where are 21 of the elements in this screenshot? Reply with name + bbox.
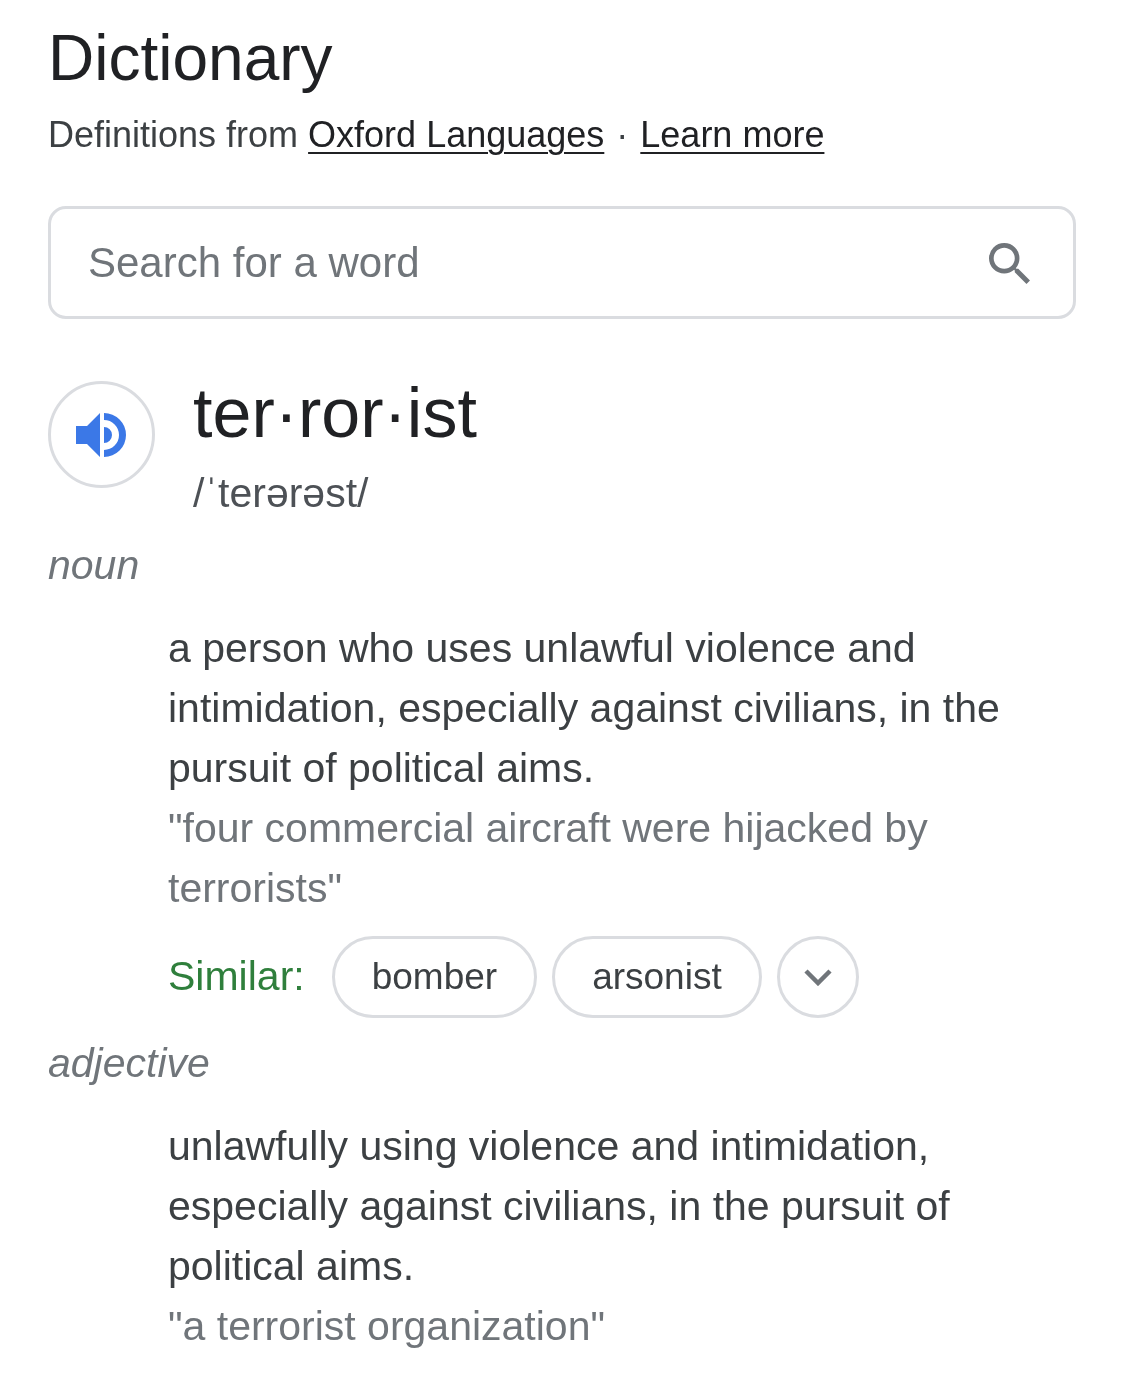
expand-synonyms-button[interactable]	[776, 936, 859, 1018]
source-label: Definitions from	[48, 113, 299, 157]
part-of-speech: noun	[48, 541, 141, 589]
definition-text: a person who uses unlawful violence and intimidation, especially against civilians, in the pursuit of political aims.	[168, 624, 1001, 793]
example-sentence: "a terrorist organization"	[168, 1302, 607, 1351]
part-of-speech: adjective	[48, 1039, 211, 1087]
synonym-chip[interactable]: bomber	[331, 936, 538, 1018]
similar-label: Similar:	[168, 952, 305, 1002]
search-icon[interactable]	[989, 243, 1030, 284]
dictionary-title: Dictionary	[48, 21, 334, 94]
definition-text: unlawfully using violence and intimidation, especially against civilians, in the pursuit of political aims.	[168, 1122, 951, 1291]
synonym-chip[interactable]: arsonist	[552, 936, 762, 1018]
pronunciation-button[interactable]	[48, 381, 155, 488]
phonetic-spelling: /ˈterərəst/	[193, 469, 370, 517]
headword: ter·ror·ist	[193, 373, 477, 453]
learn-more-link[interactable]: Learn more	[640, 113, 825, 157]
search-field[interactable]: Search for a word	[48, 206, 1076, 319]
chevron-down-icon	[803, 968, 832, 986]
example-sentence: "four commercial aircraft were hijacked by terrorists"	[168, 804, 929, 913]
separator-dot: ·	[616, 113, 629, 157]
source-link[interactable]: Oxford Languages	[308, 113, 605, 157]
